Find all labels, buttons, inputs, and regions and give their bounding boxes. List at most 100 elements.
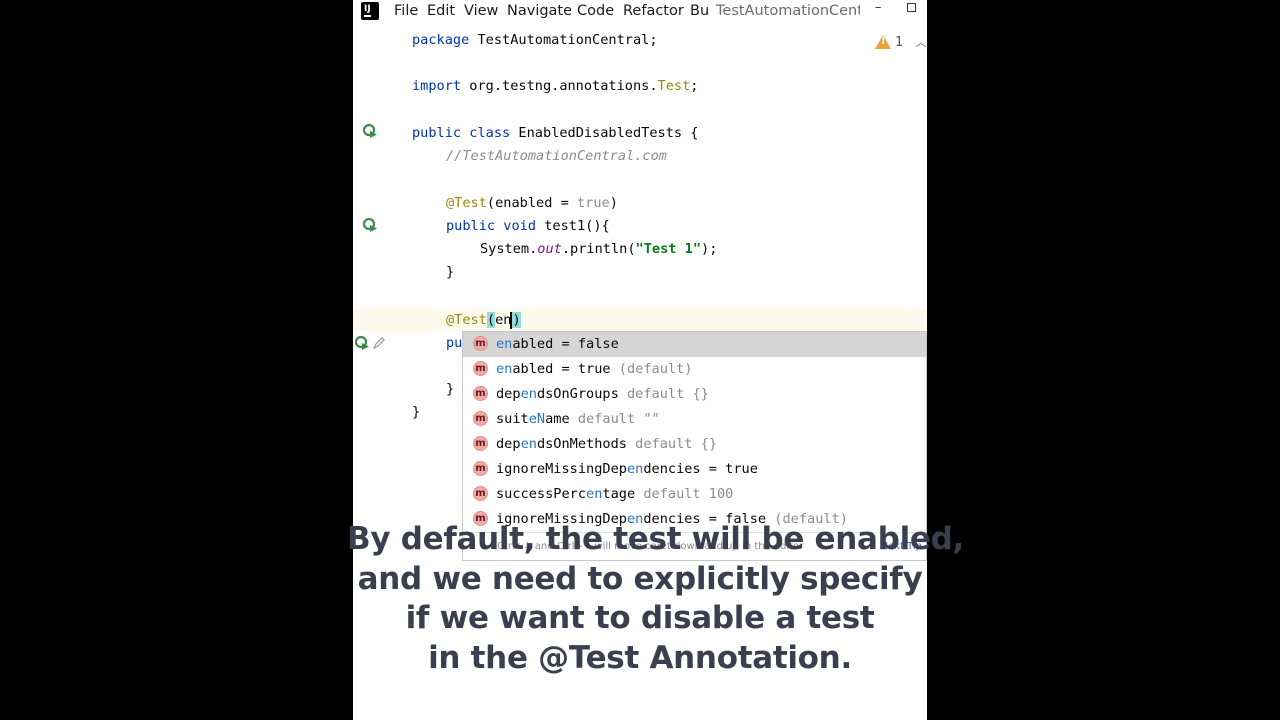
method-call: .println(: [561, 241, 636, 257]
video-caption: By default, the test will be enabled, an…: [347, 520, 964, 678]
minimize-button[interactable]: –: [875, 0, 882, 15]
class-name: EnabledDisabledTests {: [510, 125, 699, 141]
method-icon: m: [473, 336, 488, 351]
caption-line: in the @Test Annotation.: [428, 639, 852, 676]
run-test-icon[interactable]: [362, 123, 378, 139]
logo-glyph: IJ: [364, 4, 371, 14]
keyword: package: [412, 32, 470, 48]
menu-refactor[interactable]: Refactor: [623, 3, 684, 19]
completion-item[interactable]: m ignoreMissingDependencies = true: [463, 457, 926, 482]
logo-bar: [364, 15, 371, 17]
text-match: en: [520, 436, 537, 452]
annotation: @Test: [446, 195, 487, 211]
paren: );: [701, 241, 718, 257]
system-ref: System.: [480, 241, 538, 257]
window-title: TestAutomationCentral: [716, 3, 860, 19]
caption-line: and we need to explicitly specify: [357, 560, 923, 597]
keyword: import: [412, 78, 462, 94]
text-post: tage: [602, 486, 644, 502]
menu-navigate[interactable]: Navigate: [507, 3, 572, 19]
text-match: eN: [528, 411, 546, 427]
method-signature: test1(){: [536, 218, 610, 234]
import-package: org.testng.annotations.: [461, 78, 658, 94]
code-line: @Test(enabled = true): [446, 192, 618, 214]
text-pre: dep: [496, 386, 521, 402]
code-line: public void test1(){: [446, 215, 610, 237]
code-line: }: [412, 401, 420, 423]
text-match: en: [626, 461, 644, 477]
code-line: import org.testng.annotations.Test;: [412, 75, 698, 97]
paren: ): [609, 195, 618, 211]
paren-highlight: (: [486, 312, 496, 328]
completion-item[interactable]: m successPercentage default 100: [463, 482, 926, 507]
comment: //TestAutomationCentral.com: [446, 148, 667, 164]
typed-text: en: [495, 312, 512, 328]
method-icon: m: [473, 361, 488, 376]
warning-count: 1: [895, 34, 904, 50]
intellij-logo-icon[interactable]: IJ: [361, 2, 379, 20]
menu-file[interactable]: File: [394, 3, 418, 19]
run-test-icon[interactable]: [362, 217, 378, 233]
run-test-icon[interactable]: [354, 335, 370, 351]
text-post: ame: [545, 411, 578, 427]
brace: }: [412, 404, 421, 420]
keyword: pu: [446, 335, 463, 351]
completion-text: enabled = false: [496, 332, 619, 357]
text-post: dencies = true: [643, 461, 758, 477]
text-match: en: [496, 336, 513, 352]
code-line: package TestAutomationCentral;: [412, 29, 658, 51]
completion-text: dependsOnGroups default {}: [496, 382, 709, 407]
menu-bar: IJ File Edit View Navigate Code Refactor…: [353, 0, 927, 24]
package-name: TestAutomationCentral;: [469, 32, 658, 48]
menu-build[interactable]: Bu: [690, 3, 709, 19]
caption-line: By default, the test will be enabled,: [347, 521, 964, 557]
text-post: abled = false: [512, 336, 619, 352]
completion-text: enabled = true (default): [496, 357, 692, 382]
text-hint: default {}: [635, 436, 717, 452]
literal: true: [576, 195, 610, 211]
code-line: }: [446, 378, 454, 400]
paren-highlight: ): [512, 312, 521, 328]
keyword: public void: [446, 218, 537, 234]
text-hint: (default): [618, 361, 693, 377]
chevron-up-icon[interactable]: ︿: [915, 34, 926, 50]
method-icon: m: [473, 411, 488, 426]
import-class: Test: [657, 78, 691, 94]
keyword: public class: [412, 125, 511, 141]
completion-item[interactable]: m dependsOnMethods default {}: [463, 432, 926, 457]
code-line: //TestAutomationCentral.com: [446, 145, 667, 167]
inspection-widget[interactable]: 1 ︿: [875, 34, 926, 50]
brace: }: [446, 381, 455, 397]
edit-icon[interactable]: [371, 335, 387, 351]
text-hint: default 100: [643, 486, 734, 502]
method-icon: m: [473, 436, 488, 451]
method-icon: m: [473, 386, 488, 401]
completion-item[interactable]: m enabled = true (default): [463, 357, 926, 382]
code-line-current: @Test(en): [446, 309, 521, 331]
text-pre: dep: [496, 436, 521, 452]
semicolon: ;: [690, 78, 699, 94]
menu-code[interactable]: Code: [577, 3, 614, 19]
text-pre: ignoreMissingDep: [496, 461, 627, 477]
code-line: pu: [446, 332, 462, 354]
menu-edit[interactable]: Edit: [427, 3, 455, 19]
method-icon: m: [473, 461, 488, 476]
completion-text: dependsOnMethods default {}: [496, 432, 717, 457]
annotation-args: (enabled =: [486, 195, 577, 211]
text-hint: default {}: [626, 386, 709, 402]
completion-item[interactable]: m dependsOnGroups default {}: [463, 382, 926, 407]
code-line: public class EnabledDisabledTests {: [412, 122, 698, 144]
completion-item[interactable]: m enabled = false: [463, 332, 926, 357]
brace: }: [446, 264, 455, 280]
text-pre: suit: [496, 411, 529, 427]
text-post: dsOnMethods: [536, 436, 636, 452]
text-match: en: [496, 361, 513, 377]
current-line-highlight: [353, 309, 927, 331]
text-pre: successPerc: [496, 486, 587, 502]
maximize-button[interactable]: [907, 3, 916, 12]
menu-view[interactable]: View: [464, 3, 498, 19]
completion-text: ignoreMissingDependencies = true: [496, 457, 758, 482]
completion-item[interactable]: m suiteName default "": [463, 407, 926, 432]
text-match: en: [586, 486, 603, 502]
completion-text: suiteName default "": [496, 407, 660, 432]
